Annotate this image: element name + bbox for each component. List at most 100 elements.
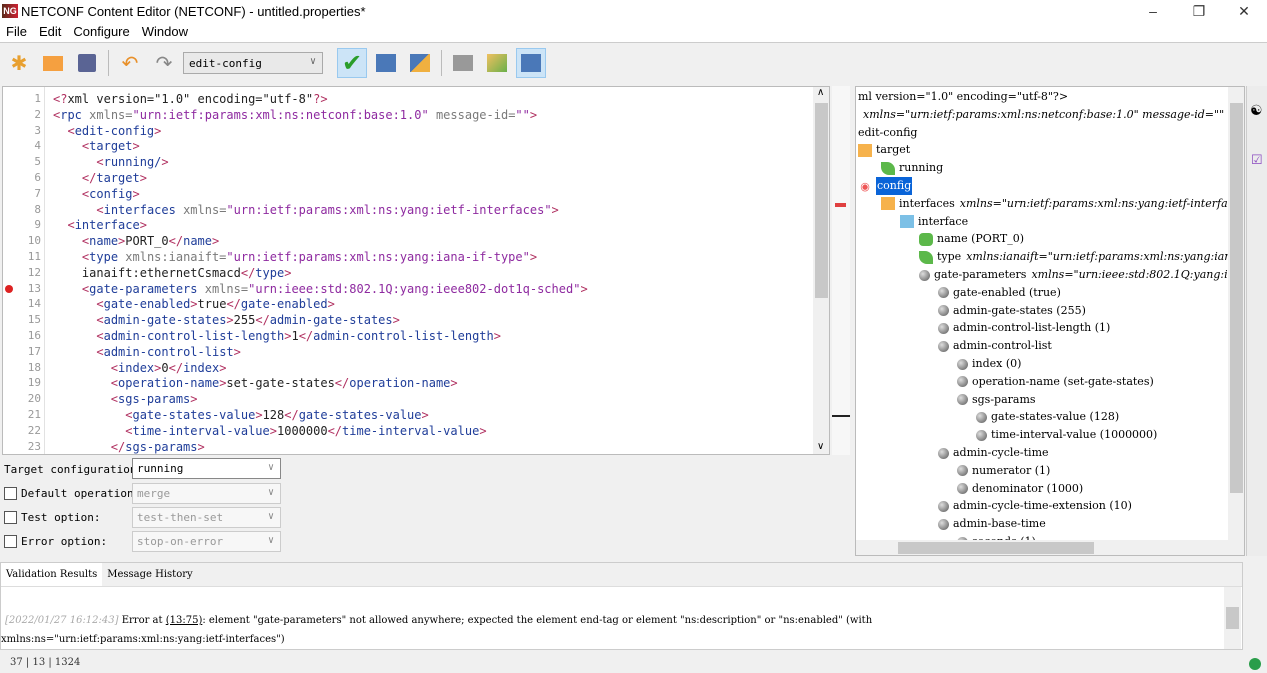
tree-node[interactable]: gate-enabled (true) [938, 284, 1061, 302]
open-folder-icon[interactable] [38, 48, 68, 78]
operation-select[interactable]: edit-config ∨ [183, 52, 323, 74]
editor-vertical-scrollbar[interactable]: ∧ ∨ [813, 87, 829, 454]
connect-icon[interactable] [371, 48, 401, 78]
test-option-checkbox[interactable] [4, 511, 17, 524]
tree-node[interactable]: interfaces xmlns="urn:ietf:params:xml:ns:… [881, 195, 1244, 213]
tree-node[interactable]: index (0) [957, 355, 1021, 373]
tree-node[interactable]: denominator (1000) [957, 480, 1083, 498]
tab-validation-results[interactable]: Validation Results [1, 563, 103, 586]
tree-node-label: type [937, 250, 962, 264]
scroll-thumb[interactable] [1226, 607, 1239, 629]
tree-node[interactable]: admin-cycle-time [938, 444, 1049, 462]
target-config-select[interactable]: running ∨ [132, 458, 281, 479]
tree-node[interactable]: ml version="1.0" encoding="utf-8"?> [858, 88, 1068, 106]
code-token: "urn:ietf:params:xml:ns:netconf:base:1.0… [132, 107, 429, 122]
default-operation-select[interactable]: merge ∨ [132, 483, 281, 504]
tree-node[interactable]: gate-states-value (128) [976, 408, 1119, 426]
redo-icon[interactable]: ↷ [149, 48, 179, 78]
code-token: < [96, 344, 104, 359]
error-location-link[interactable]: (13:75) [166, 615, 203, 626]
side-toolbar: ☯ ☑ [1246, 86, 1267, 556]
import-icon[interactable] [482, 48, 512, 78]
tree-node-label: admin-base-time [953, 517, 1046, 531]
validate-server-icon[interactable] [405, 48, 435, 78]
tree-node[interactable]: admin-cycle-time-extension (10) [938, 497, 1132, 515]
test-option-select[interactable]: test-then-set ∨ [132, 507, 281, 528]
tree-node[interactable]: name (PORT_0) [919, 230, 1024, 248]
menu-configure[interactable]: Configure [67, 22, 135, 42]
code-line: <running/> [53, 154, 168, 170]
error-option-checkbox[interactable] [4, 535, 17, 548]
tree-node[interactable]: admin-control-list-length (1) [938, 319, 1110, 337]
code-token: > [327, 297, 335, 312]
tree-node[interactable]: admin-control-list [938, 337, 1052, 355]
tree-node[interactable]: interface [900, 213, 968, 231]
tree-node[interactable]: operation-name (set-gate-states) [957, 373, 1154, 391]
default-operation-checkbox[interactable] [4, 487, 17, 500]
code-token: > [132, 186, 140, 201]
error-option-select[interactable]: stop-on-error ∨ [132, 531, 281, 552]
scroll-thumb[interactable] [1230, 103, 1243, 493]
code-token: running/ [103, 155, 162, 170]
tree-node[interactable]: sgs-params [957, 391, 1036, 409]
code-token: "urn:ieee:std:802.1Q:yang:ieee802-dot1q-… [248, 281, 581, 296]
tree-node[interactable]: gate-parameters xmlns="urn:ieee:std:802.1… [919, 266, 1244, 284]
tree-node[interactable]: running [881, 159, 943, 177]
tree-node[interactable]: type xmlns:ianaift="urn:ietf:params:xml:n… [919, 248, 1244, 266]
error-marker[interactable] [835, 203, 846, 207]
validation-message: [2022/01/27 16:12:43] Error at (13:75): … [5, 615, 872, 626]
menu-edit[interactable]: Edit [33, 22, 67, 42]
line-number: 22 [27, 423, 41, 437]
line-number: 19 [27, 376, 41, 390]
new-file-icon[interactable]: ✱ [4, 48, 34, 78]
checklist-icon[interactable]: ☑ [1251, 152, 1263, 168]
scroll-thumb[interactable] [815, 103, 828, 298]
code-token: type [89, 250, 126, 264]
ball-icon [957, 376, 968, 388]
scroll-up-icon[interactable]: ∧ [817, 87, 824, 98]
error-icon[interactable] [5, 284, 13, 293]
tree-node[interactable]: xmlns="urn:ietf:params:xml:ns:netconf:ba… [858, 106, 1224, 124]
save-icon[interactable] [72, 48, 102, 78]
restore-button[interactable]: ❐ [1176, 0, 1222, 22]
menu-file[interactable]: File [0, 22, 33, 42]
line-number: 15 [27, 313, 41, 327]
code-line: <operation-name>set-gate-states</operati… [53, 375, 458, 391]
line-number: 2 [34, 107, 41, 121]
tree-node[interactable]: target [858, 141, 910, 159]
undo-icon[interactable]: ↶ [115, 48, 145, 78]
xml-tree-view[interactable]: ml version="1.0" encoding="utf-8"?> xmlns… [855, 86, 1245, 556]
tree-vertical-scrollbar[interactable] [1228, 87, 1244, 540]
code-token: target [89, 139, 133, 154]
line-number: 12 [27, 265, 41, 279]
code-line: <sgs-params> [53, 391, 198, 407]
line-number: 16 [27, 329, 41, 342]
code-token: > [226, 313, 234, 328]
ball-icon [938, 305, 949, 317]
target-config-label: Target configuration: [4, 463, 144, 476]
tree-horizontal-scrollbar[interactable] [856, 540, 1244, 555]
xml-editor[interactable]: 1 2 3 4 5 6 7 8 9 10 11 12 13 14 15 16 17 18 19 20 21 22 23 <?… [2, 86, 830, 455]
scroll-thumb[interactable] [898, 542, 1094, 554]
refresh-server-icon[interactable] [516, 48, 546, 78]
code-token: </ [255, 313, 270, 328]
validate-check-icon[interactable]: ✔ [337, 48, 367, 78]
results-vertical-scrollbar[interactable] [1224, 587, 1241, 649]
code-line: <gate-parameters xmlns="urn:ieee:std:802… [53, 281, 588, 297]
tree-node[interactable]: admin-base-time [938, 515, 1046, 533]
close-button[interactable]: ✕ [1221, 0, 1267, 22]
minimize-button[interactable]: – [1130, 0, 1176, 22]
menu-window[interactable]: Window [136, 22, 194, 42]
tree-node[interactable]: numerator (1) [957, 462, 1050, 480]
tree-node[interactable]: ◉ config [858, 177, 913, 195]
tab-message-history[interactable]: Message History [102, 563, 197, 586]
ball-icon [938, 340, 949, 352]
tree-node[interactable]: admin-gate-states (255) [938, 302, 1086, 320]
code-token: index [183, 360, 220, 375]
tree-node[interactable]: time-interval-value (1000000) [976, 426, 1157, 444]
scroll-down-icon[interactable]: ∨ [817, 441, 824, 452]
tree-node[interactable]: edit-config [858, 124, 917, 142]
code-line: </target> [53, 170, 147, 186]
yin-yang-icon[interactable]: ☯ [1250, 102, 1263, 119]
